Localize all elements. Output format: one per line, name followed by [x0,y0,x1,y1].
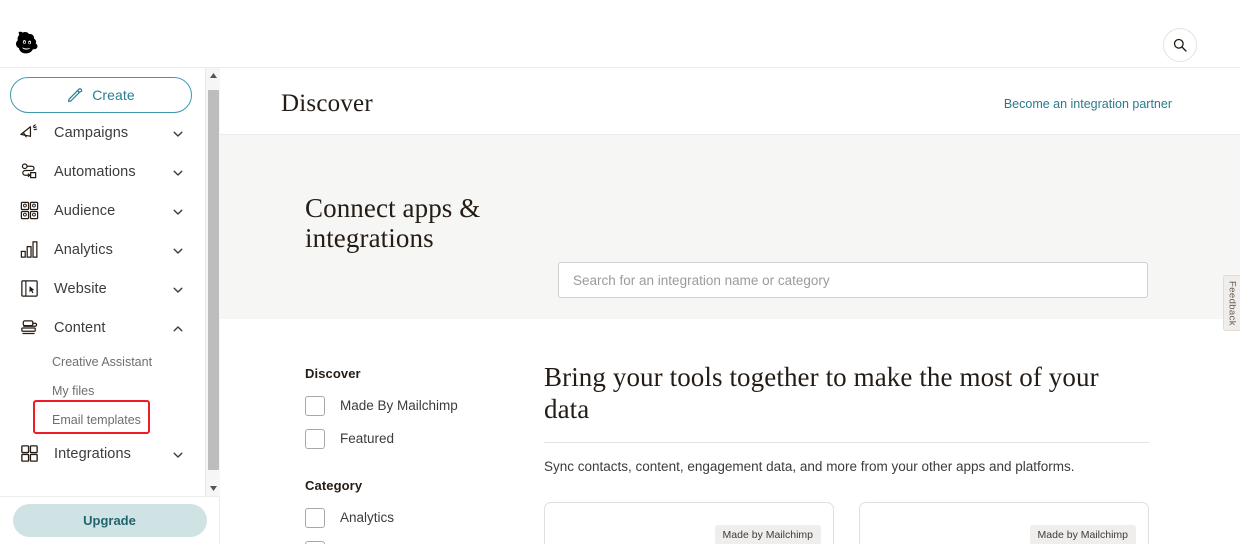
hero-title: Connect apps & integrations [305,193,481,253]
scroll-down-arrow-icon[interactable] [206,481,220,496]
top-bar [0,0,1240,68]
chevron-down-icon[interactable] [172,166,184,178]
filter-group-heading-discover: Discover [305,366,361,381]
hero-banner: Connect apps & integrations [220,135,1240,319]
grid-squares-icon [18,443,40,465]
filter-option-analytics[interactable]: Analytics [305,501,515,534]
website-cursor-icon [18,278,40,300]
checkbox-icon[interactable] [305,507,325,528]
integration-search-input[interactable] [558,262,1148,298]
sidebar-item-content[interactable]: Content [0,308,202,347]
content-column: Bring your tools together to make the mo… [544,361,1149,474]
sidebar-item-integrations[interactable]: Integrations [0,434,202,473]
sidebar-item-label: Audience [54,202,116,219]
integration-cards: Made by Mailchimp Made by Mailchimp [544,502,1149,544]
chevron-down-icon[interactable] [172,205,184,217]
filter-option-label: Analytics [340,510,395,525]
feedback-tab-label: Feedback [1226,280,1238,326]
pencil-icon [68,88,83,102]
body-area: Discover Made By Mailchimp Featured Cate… [220,319,1240,544]
sidebar-subitem-label: My files [52,383,95,398]
status-badge: Made by Mailchimp [1029,525,1136,544]
create-button-label: Create [92,87,135,103]
divider [544,442,1149,443]
left-sidebar: Create Campaigns Automations Audience An… [0,68,220,544]
chevron-down-icon[interactable] [172,244,184,256]
status-badge: Made by Mailchimp [714,525,821,544]
main-content: Discover Become an integration partner C… [220,68,1240,544]
bar-chart-icon [18,239,40,261]
sidebar-item-label: Content [54,319,106,336]
become-integration-partner-link[interactable]: Become an integration partner [1004,97,1172,111]
content-stack-icon [18,317,40,339]
integration-card[interactable]: Made by Mailchimp [544,502,834,544]
filter-option-made-by-mailchimp[interactable]: Made By Mailchimp [305,389,515,422]
sidebar-item-website[interactable]: Website [0,269,202,308]
filter-option-label: Featured [340,431,395,446]
checkbox-icon[interactable] [305,428,325,449]
page-title: Discover [281,90,373,117]
checkbox-icon[interactable] [305,395,325,416]
sidebar-item-audience[interactable]: Audience [0,191,202,230]
sidebar-item-label: Automations [54,163,136,180]
sidebar-subitem-email-templates[interactable]: Email templates [0,400,202,434]
chevron-down-icon[interactable] [172,448,184,460]
sidebar-scrollbar-thumb[interactable] [208,90,219,470]
integration-card[interactable]: Made by Mailchimp [859,502,1149,544]
sidebar-item-label: Integrations [54,445,131,462]
mailchimp-logo-icon[interactable] [12,26,46,60]
sidebar-scrollbar-track[interactable] [205,68,220,496]
chevron-down-icon[interactable] [172,127,184,139]
filter-option-label: Made By Mailchimp [340,398,458,413]
scroll-up-arrow-icon[interactable] [206,68,220,83]
filter-group-heading-category: Category [305,478,363,493]
chevron-up-icon[interactable] [172,322,184,334]
sidebar-item-label: Analytics [54,241,113,258]
filter-option-partial[interactable] [305,534,515,544]
sidebar-item-label: Campaigns [54,124,129,141]
create-button[interactable]: Create [10,77,192,113]
upgrade-button[interactable]: Upgrade [12,504,207,537]
audience-people-icon [18,200,40,222]
sidebar-item-automations[interactable]: Automations [0,152,202,191]
filter-option-featured[interactable]: Featured [305,422,515,455]
sidebar-scroll-area: Create Campaigns Automations Audience An… [0,68,220,496]
feedback-tab[interactable]: Feedback [1223,275,1240,331]
checkbox-icon[interactable] [305,540,325,544]
sidebar-item-analytics[interactable]: Analytics [0,230,202,269]
content-subheading: Sync contacts, content, engagement data,… [544,459,1075,474]
sidebar-item-campaigns[interactable]: Campaigns [0,113,202,152]
search-icon [1173,38,1187,52]
content-heading: Bring your tools together to make the mo… [544,362,1099,424]
chevron-down-icon[interactable] [172,283,184,295]
mailchimp-integrations-page: Create Campaigns Automations Audience An… [0,0,1240,544]
sidebar-subitem-my-files[interactable]: My files [0,376,202,405]
sidebar-footer: Upgrade [0,496,219,544]
upgrade-button-label: Upgrade [83,513,136,528]
sidebar-subitem-label: Creative Assistant [52,354,153,369]
automation-flow-icon [18,161,40,183]
sidebar-item-label: Website [54,280,107,297]
global-search-button[interactable] [1163,28,1197,62]
page-header: Discover Become an integration partner [220,68,1240,135]
filters-panel: Discover Made By Mailchimp Featured Cate… [305,366,515,544]
sidebar-subitem-label: Email templates [52,412,141,427]
megaphone-icon [18,122,40,144]
sidebar-subitem-creative-assistant[interactable]: Creative Assistant [0,347,202,376]
